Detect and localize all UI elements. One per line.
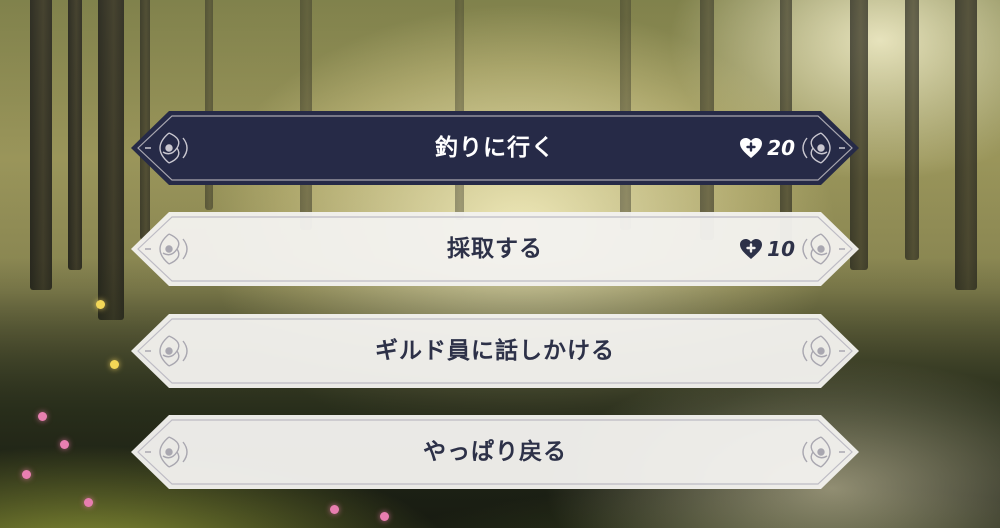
option-go-back[interactable]: やっぱり戻る: [131, 415, 859, 489]
option-label: ギルド員に話しかける: [375, 338, 615, 364]
option-talk-to-guild-member[interactable]: ギルド員に話しかける: [131, 314, 859, 388]
option-label: やっぱり戻る: [423, 439, 567, 465]
stamina-cost: 20: [739, 111, 795, 185]
heart-plus-icon: [740, 239, 763, 259]
heart-plus-icon: [740, 138, 763, 158]
stamina-cost-value: 20: [767, 136, 795, 160]
option-gather[interactable]: 採取する 10: [131, 212, 859, 286]
stamina-cost: 10: [739, 212, 795, 286]
stamina-cost-value: 10: [767, 237, 795, 261]
option-go-fishing[interactable]: 釣りに行く 20: [131, 111, 859, 185]
